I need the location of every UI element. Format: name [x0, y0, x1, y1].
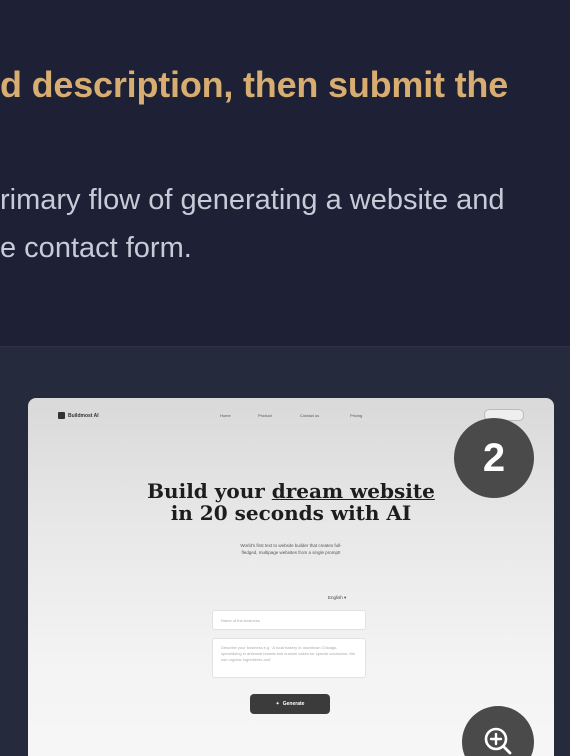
step-number-badge: 2 — [454, 418, 534, 498]
preview-business-name-input: Name of the business — [212, 610, 366, 630]
sparkle-icon: ✦ — [275, 701, 280, 707]
step-paragraph-line-2: e contact form. — [0, 232, 192, 264]
preview-business-description-input: Describe your business e.g. 'A local bak… — [212, 638, 366, 678]
step-description-section: d description, then submit the rimary fl… — [0, 0, 570, 346]
step-heading: d description, then submit the — [0, 64, 509, 105]
preview-hero-subtitle: World's first text to website builder th… — [240, 543, 342, 555]
logo-icon — [58, 412, 65, 419]
preview-logo: Buildmost AI — [58, 412, 99, 419]
preview-nav-item: Product — [258, 413, 272, 418]
preview-generate-button: ✦ Generate — [250, 694, 330, 714]
zoom-in-icon — [484, 727, 512, 755]
preview-language-select: English ▾ — [328, 595, 347, 600]
tutorial-page: d description, then submit the rimary fl… — [0, 0, 570, 756]
preview-nav-item: Contact us — [300, 413, 320, 418]
preview-nav-item: Home — [220, 413, 231, 418]
preview-nav-item: Pricing — [350, 413, 363, 418]
step-paragraph-line-1: rimary flow of generating a website and — [0, 184, 505, 216]
